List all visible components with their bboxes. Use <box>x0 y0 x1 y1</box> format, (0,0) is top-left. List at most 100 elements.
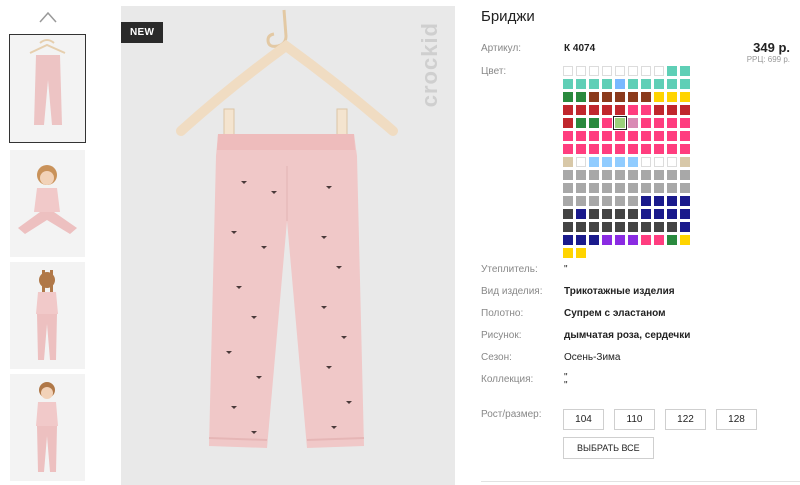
color-swatch[interactable] <box>602 170 612 180</box>
color-swatch[interactable] <box>641 105 651 115</box>
color-swatch[interactable] <box>589 170 599 180</box>
color-swatch[interactable] <box>563 196 573 206</box>
color-swatch[interactable] <box>563 131 573 141</box>
color-swatch[interactable] <box>628 235 638 245</box>
color-swatch[interactable] <box>667 118 677 128</box>
color-swatch[interactable] <box>615 144 625 154</box>
color-swatch[interactable] <box>576 79 586 89</box>
size-option-104[interactable]: 104 <box>563 409 604 430</box>
color-swatch[interactable] <box>628 66 638 76</box>
chevron-up-icon[interactable] <box>38 10 58 24</box>
color-swatch[interactable] <box>654 209 664 219</box>
color-swatch[interactable] <box>667 196 677 206</box>
color-swatch[interactable] <box>641 183 651 193</box>
color-swatch[interactable] <box>615 92 625 102</box>
color-swatch[interactable] <box>641 92 651 102</box>
color-swatch[interactable] <box>628 92 638 102</box>
color-swatch[interactable] <box>680 118 690 128</box>
color-swatch[interactable] <box>602 118 612 128</box>
color-swatch[interactable] <box>602 157 612 167</box>
color-swatch[interactable] <box>615 222 625 232</box>
color-swatch[interactable] <box>641 209 651 219</box>
color-swatch[interactable] <box>602 144 612 154</box>
color-swatch[interactable] <box>680 209 690 219</box>
color-swatch[interactable] <box>667 144 677 154</box>
color-swatch[interactable] <box>654 66 664 76</box>
color-swatch[interactable] <box>602 79 612 89</box>
color-swatch[interactable] <box>563 170 573 180</box>
color-swatch[interactable] <box>563 66 573 76</box>
color-swatch[interactable] <box>667 131 677 141</box>
color-swatch[interactable] <box>589 157 599 167</box>
color-swatch[interactable] <box>680 79 690 89</box>
color-swatch[interactable] <box>654 118 664 128</box>
color-swatch[interactable] <box>667 235 677 245</box>
color-swatch[interactable] <box>615 196 625 206</box>
color-swatch[interactable] <box>576 144 586 154</box>
color-swatch[interactable] <box>615 66 625 76</box>
size-option-122[interactable]: 122 <box>665 409 706 430</box>
color-swatch[interactable] <box>641 235 651 245</box>
color-swatch[interactable] <box>563 183 573 193</box>
color-swatch[interactable] <box>680 105 690 115</box>
color-swatch[interactable] <box>628 183 638 193</box>
color-swatch[interactable] <box>654 170 664 180</box>
color-swatch[interactable] <box>576 248 586 258</box>
color-swatch[interactable] <box>589 92 599 102</box>
color-swatch[interactable] <box>615 235 625 245</box>
color-swatch[interactable] <box>615 105 625 115</box>
color-swatch[interactable] <box>615 157 625 167</box>
color-swatch[interactable] <box>680 92 690 102</box>
color-swatch[interactable] <box>628 209 638 219</box>
color-swatch[interactable] <box>589 183 599 193</box>
color-swatch[interactable] <box>576 157 586 167</box>
color-swatch[interactable] <box>641 79 651 89</box>
color-swatch[interactable] <box>589 196 599 206</box>
color-swatch[interactable] <box>654 157 664 167</box>
size-option-128[interactable]: 128 <box>716 409 757 430</box>
color-swatch[interactable] <box>576 209 586 219</box>
color-swatch[interactable] <box>667 157 677 167</box>
color-swatch[interactable] <box>628 222 638 232</box>
thumbnail-girl-sitting[interactable] <box>10 150 85 257</box>
color-swatch[interactable] <box>589 144 599 154</box>
color-swatch[interactable] <box>589 235 599 245</box>
color-swatch[interactable] <box>602 222 612 232</box>
size-option-110[interactable]: 110 <box>614 409 655 430</box>
color-swatch[interactable] <box>602 235 612 245</box>
color-swatch[interactable] <box>576 118 586 128</box>
color-swatch[interactable] <box>667 183 677 193</box>
color-swatch[interactable] <box>654 196 664 206</box>
color-swatch[interactable] <box>628 79 638 89</box>
color-swatch[interactable] <box>576 170 586 180</box>
color-swatch[interactable] <box>680 131 690 141</box>
color-swatch[interactable] <box>667 170 677 180</box>
color-swatch[interactable] <box>602 131 612 141</box>
color-swatch[interactable] <box>576 183 586 193</box>
color-swatch[interactable] <box>615 183 625 193</box>
color-swatch[interactable] <box>641 131 651 141</box>
color-swatch[interactable] <box>563 92 573 102</box>
color-swatch[interactable] <box>654 235 664 245</box>
color-swatch[interactable] <box>628 157 638 167</box>
color-swatch[interactable] <box>576 196 586 206</box>
color-swatch[interactable] <box>628 144 638 154</box>
color-swatch[interactable] <box>641 222 651 232</box>
color-swatch[interactable] <box>641 196 651 206</box>
color-swatch[interactable] <box>628 131 638 141</box>
color-swatch[interactable] <box>602 66 612 76</box>
color-swatch[interactable] <box>576 66 586 76</box>
color-swatch[interactable] <box>667 105 677 115</box>
color-swatch[interactable] <box>613 116 627 130</box>
color-swatch[interactable] <box>589 66 599 76</box>
color-swatch[interactable] <box>576 92 586 102</box>
color-swatch[interactable] <box>615 209 625 219</box>
color-swatch[interactable] <box>563 144 573 154</box>
color-swatch[interactable] <box>615 79 625 89</box>
color-swatch[interactable] <box>615 131 625 141</box>
color-swatch[interactable] <box>667 79 677 89</box>
color-swatch[interactable] <box>667 66 677 76</box>
color-swatch[interactable] <box>589 209 599 219</box>
color-swatch[interactable] <box>602 209 612 219</box>
color-swatch[interactable] <box>680 144 690 154</box>
